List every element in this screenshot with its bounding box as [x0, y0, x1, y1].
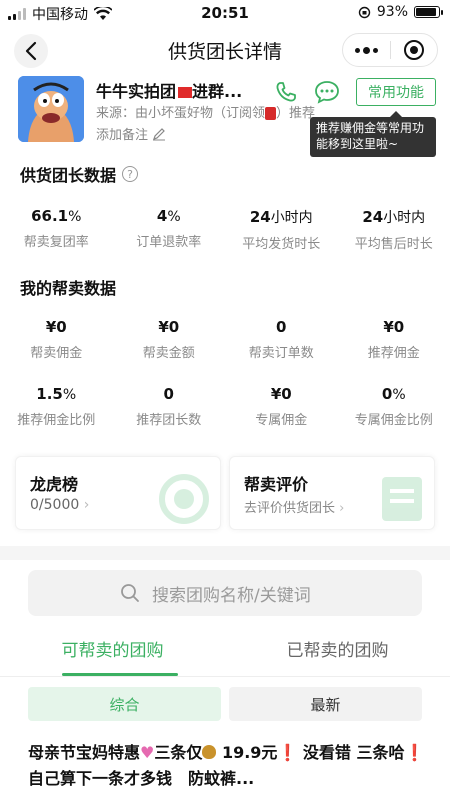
ranking-title: 龙虎榜: [30, 475, 79, 494]
ranking-value: 0/5000 ›: [30, 497, 90, 513]
stat-aftersale-time: 24小时内 平均售后时长: [354, 208, 433, 252]
review-doc-icon: [382, 477, 422, 521]
stat-reorder-rate: 66.1% 帮卖复团率: [23, 207, 89, 250]
orientation-lock-icon: [358, 6, 371, 18]
search-placeholder: 搜索团购名称/关键词: [152, 585, 311, 606]
stat-referral-commission: ¥0 推荐佣金: [367, 318, 420, 361]
status-bar: 中国移动 20:51 93%: [0, 0, 450, 26]
avatar[interactable]: [18, 76, 84, 142]
medal-icon: [159, 474, 209, 524]
phone-icon[interactable]: [274, 80, 298, 104]
stat-exclusive-commission: ¥0 专属佣金: [255, 385, 308, 428]
sort-latest[interactable]: 最新: [229, 687, 422, 721]
tooltip: 推荐赚佣金等常用功能移到这里啦~: [310, 111, 436, 157]
heart-icon: ♥: [140, 743, 155, 762]
stat-commission: ¥0 帮卖佣金: [30, 318, 83, 361]
stat-exclusive-rate: 0% 专属佣金比例: [354, 385, 433, 428]
search-input[interactable]: 搜索团购名称/关键词: [28, 570, 422, 616]
supplier-name-text: 牛牛实拍团: [96, 82, 177, 101]
exclamation-icon: ❗: [404, 743, 425, 762]
sort-comprehensive[interactable]: 综合: [28, 687, 221, 721]
supplier-name: 牛牛实拍团 进群...: [96, 78, 242, 102]
stat-referred-count: 0 推荐团长数: [136, 385, 202, 428]
tabs: 可帮卖的团购 已帮卖的团购: [0, 632, 450, 676]
help-icon[interactable]: ?: [122, 166, 139, 182]
supplier-name-suffix: 进群...: [192, 82, 243, 101]
source-text: 来源：由小坏蛋好物（订阅领: [96, 106, 266, 121]
group-buy-section: 搜索团购名称/关键词 可帮卖的团购 已帮卖的团购 综合 最新 母亲节宝妈特惠♥三…: [0, 560, 450, 800]
close-miniapp-button[interactable]: [391, 34, 437, 66]
stat-order-count: 0 帮卖订单数: [248, 318, 314, 361]
common-functions-button[interactable]: 常用功能: [356, 78, 436, 106]
add-note-label: 添加备注: [96, 128, 149, 143]
my-stats-title: 我的帮卖数据: [20, 279, 117, 298]
supplier-profile: 牛牛实拍团 进群... 来源：由小坏蛋好物（订阅领 ）推荐 添加备注 常用功能 推荐…: [0, 74, 450, 157]
supplier-stats-title-text: 供货团长数据: [20, 166, 117, 185]
supplier-source: 来源：由小坏蛋好物（订阅领 ）推荐: [96, 102, 315, 121]
exclamation-icon: ❗: [277, 743, 298, 762]
sort-options: 综合 最新: [28, 687, 422, 721]
review-title: 帮卖评价: [244, 475, 309, 494]
battery-percent: 93%: [376, 4, 408, 20]
red-envelope-icon: [265, 107, 277, 120]
stat-sales-amount: ¥0 帮卖金额: [142, 318, 195, 361]
group-buy-item-title[interactable]: 母亲节宝妈特惠♥三条仅 19.9元❗ 没看错 三条哈❗自己算下一条才多钱 防蚊裤…: [28, 740, 428, 792]
navigation-bar: 供货团长详情: [0, 26, 450, 74]
message-icon[interactable]: [314, 80, 340, 104]
add-note-button[interactable]: 添加备注: [96, 124, 166, 143]
cartoon-avatar-image: [18, 76, 84, 142]
edit-pencil-icon: [153, 127, 166, 140]
stat-refund-rate: 4% 订单退款率: [136, 207, 202, 250]
review-subtitle: 去评价供货团长 ›: [244, 501, 345, 516]
section-divider: [0, 546, 450, 560]
tabs-divider: [0, 676, 450, 677]
my-stats-row-1: ¥0 帮卖佣金 ¥0 帮卖金额 0 帮卖订单数 ¥0 推荐佣金: [0, 318, 450, 361]
search-icon: [121, 584, 139, 602]
supplier-stats-grid: 66.1% 帮卖复团率 4% 订单退款率 24小时内 平均发货时长 24小时内 平均售后…: [0, 207, 450, 252]
flag-icon: [178, 87, 193, 98]
target-close-icon: [403, 40, 424, 60]
more-button[interactable]: [343, 34, 390, 66]
miniapp-capsule: [342, 33, 438, 67]
money-bag-icon: [202, 745, 217, 759]
supplier-stats-title: 供货团长数据 ?: [20, 162, 139, 186]
my-stats-row-2: 1.5% 推荐佣金比例 0 推荐团长数 ¥0 专属佣金 0% 专属佣金比例: [0, 385, 450, 428]
stat-ship-time: 24小时内 平均发货时长: [242, 208, 321, 252]
battery-icon: [414, 6, 443, 18]
stat-referral-rate: 1.5% 推荐佣金比例: [17, 385, 96, 428]
review-card[interactable]: 帮卖评价 去评价供货团长 ›: [229, 456, 435, 530]
tab-available[interactable]: 可帮卖的团购: [0, 632, 225, 676]
tab-sold[interactable]: 已帮卖的团购: [225, 632, 450, 676]
ranking-card[interactable]: 龙虎榜 0/5000 ›: [15, 456, 221, 530]
